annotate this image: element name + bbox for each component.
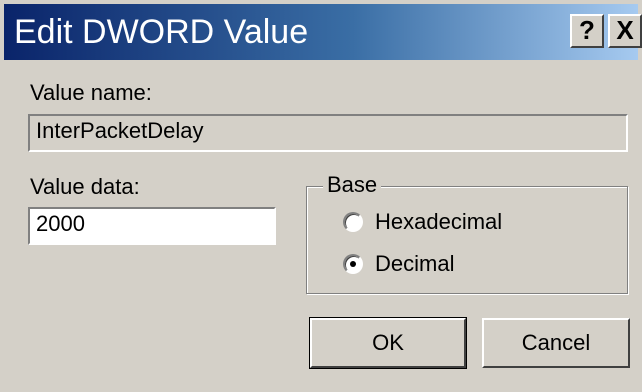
value-name-field: InterPacketDelay: [28, 114, 628, 152]
value-name-label: Value name:: [30, 80, 152, 105]
edit-dword-dialog: Edit DWORD Value ? X Value name: InterPa…: [0, 0, 642, 392]
help-button[interactable]: ?: [570, 14, 604, 48]
base-groupbox: Base Hexadecimal Decimal: [306, 172, 628, 294]
decimal-radio-circle[interactable]: [343, 254, 363, 274]
decimal-radio-label[interactable]: Decimal: [375, 249, 454, 279]
close-button[interactable]: X: [608, 14, 642, 48]
value-data-label: Value data:: [30, 174, 140, 199]
cancel-button[interactable]: Cancel: [482, 318, 630, 368]
hexadecimal-radio-circle[interactable]: [343, 212, 363, 232]
value-data-input[interactable]: 2000: [28, 207, 276, 245]
help-icon: ?: [579, 15, 595, 45]
close-icon: X: [616, 15, 634, 45]
hexadecimal-radio-label[interactable]: Hexadecimal: [375, 207, 502, 237]
radio-selected-dot: [350, 261, 356, 267]
dialog-title: Edit DWORD Value: [14, 13, 309, 51]
base-label: Base: [323, 172, 382, 198]
title-bar[interactable]: Edit DWORD Value ? X: [4, 4, 642, 60]
ok-button[interactable]: OK: [309, 317, 467, 369]
